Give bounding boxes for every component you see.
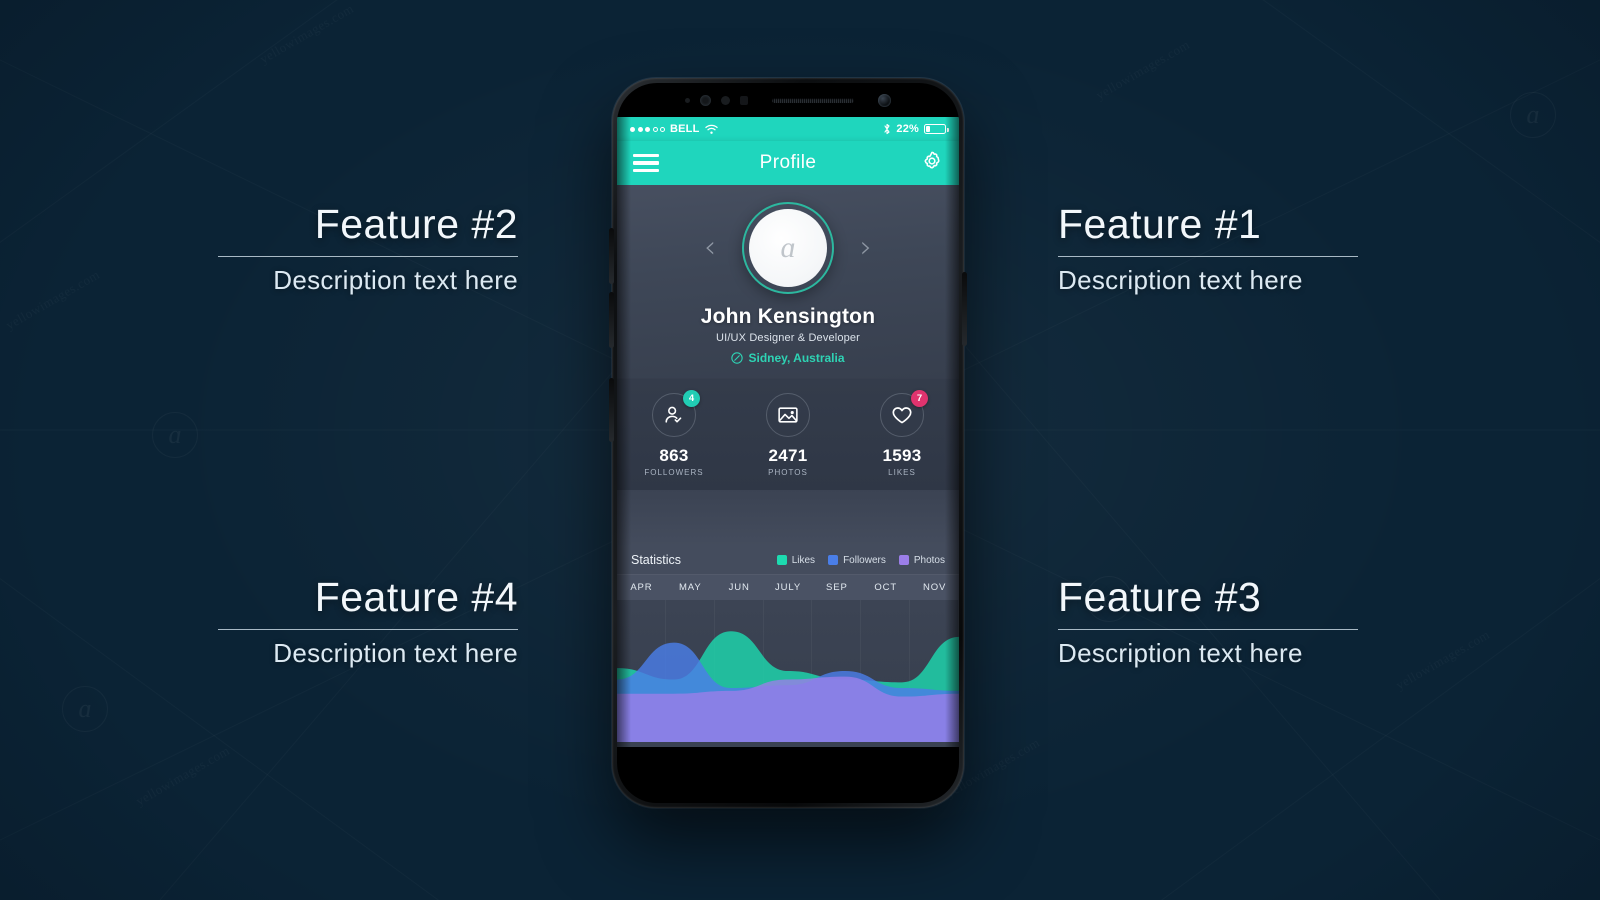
phone-bottom-bezel bbox=[617, 747, 959, 775]
phone-screen: BELL 22% Profile ‹ ɑ › John Kensington U… bbox=[617, 117, 959, 775]
feature-title: Feature #4 bbox=[314, 574, 518, 620]
feature-divider bbox=[1058, 256, 1358, 258]
assistant-button[interactable] bbox=[609, 378, 614, 442]
x-tick-label: NOV bbox=[922, 582, 947, 593]
heart-icon: 7 bbox=[880, 390, 928, 437]
x-tick-label: OCT bbox=[874, 582, 898, 593]
phone-top-bezel bbox=[617, 83, 959, 117]
status-badge: 4 bbox=[683, 390, 700, 407]
follower-check-icon: 4 bbox=[652, 390, 700, 437]
legend-label: Photos bbox=[913, 554, 945, 566]
status-badge: 7 bbox=[911, 390, 928, 407]
statistics-title: Statistics bbox=[631, 553, 682, 567]
feature-title: Feature #3 bbox=[1058, 574, 1262, 620]
feature-divider bbox=[218, 256, 518, 258]
feature-title: Feature #1 bbox=[1058, 201, 1262, 247]
avatar[interactable]: ɑ bbox=[749, 209, 827, 287]
profile-stats-row: 4 863 FOLLOWERS 2471 PHOTOS 7 1593 LIKES bbox=[617, 378, 959, 490]
feature-description: Description text here bbox=[273, 638, 518, 669]
bluetooth-icon bbox=[884, 123, 890, 135]
earpiece-speaker bbox=[772, 97, 854, 103]
profile-role: UI/UX Designer & Developer bbox=[716, 332, 860, 344]
page-title: Profile bbox=[759, 152, 817, 173]
statistics-header: Statistics Likes Followers Photos bbox=[617, 546, 959, 574]
watermark-text: yellowimages.com bbox=[257, 1, 357, 68]
watermark-logo: ɑ bbox=[152, 412, 198, 458]
stat-label: FOLLOWERS bbox=[644, 468, 704, 477]
stat-label: LIKES bbox=[888, 468, 916, 477]
profile-header-section: ‹ ɑ › John Kensington UI/UX Designer & D… bbox=[617, 185, 959, 378]
profile-location: Sidney, Australia bbox=[617, 351, 959, 365]
stat-label: PHOTOS bbox=[768, 468, 808, 477]
x-tick-label: SEP bbox=[826, 582, 848, 593]
gear-icon[interactable] bbox=[921, 150, 943, 177]
stat-followers[interactable]: 4 863 FOLLOWERS bbox=[617, 390, 731, 477]
statistics-area-chart bbox=[617, 600, 959, 742]
photo-image-icon bbox=[766, 393, 810, 437]
feature-callout-3: Feature #3 Description text here bbox=[1058, 574, 1358, 669]
watermark-logo: ɑ bbox=[62, 686, 108, 732]
avatar-ring: ɑ bbox=[742, 202, 834, 294]
proximity-sensor-icon bbox=[685, 97, 690, 103]
chart-series-layer bbox=[617, 631, 959, 742]
battery-percent-label: 22% bbox=[896, 123, 919, 135]
legend-swatch bbox=[828, 555, 839, 565]
front-camera-icon bbox=[878, 93, 891, 107]
x-tick-label: JULY bbox=[774, 582, 802, 593]
profile-name: John Kensington bbox=[700, 305, 876, 328]
feature-description: Description text here bbox=[1058, 638, 1303, 669]
feature-divider bbox=[1058, 629, 1358, 631]
feature-title: Feature #2 bbox=[314, 201, 518, 247]
stat-value: 1593 bbox=[882, 446, 922, 465]
app-navigation-bar: Profile bbox=[617, 141, 959, 185]
stat-value: 863 bbox=[659, 446, 689, 465]
legend-swatch bbox=[898, 555, 909, 565]
watermark-logo: ɑ bbox=[1510, 92, 1556, 138]
volume-down-button[interactable] bbox=[609, 292, 614, 348]
feature-callout-1: Feature #1 Description text here bbox=[1058, 201, 1358, 296]
feature-callout-2: Feature #2 Description text here bbox=[218, 201, 518, 296]
phone-device-mockup: BELL 22% Profile ‹ ɑ › John Kensington U… bbox=[609, 78, 967, 808]
feature-callout-4: Feature #4 Description text here bbox=[218, 574, 518, 669]
x-tick-label: JUN bbox=[728, 582, 750, 593]
legend-swatch bbox=[776, 555, 787, 565]
avatar-placeholder-glyph: ɑ bbox=[780, 231, 796, 264]
hamburger-menu-icon[interactable] bbox=[633, 153, 659, 173]
light-sensor-icon bbox=[700, 94, 711, 106]
profile-location-label: Sidney, Australia bbox=[748, 351, 845, 365]
stat-value: 2471 bbox=[768, 446, 808, 465]
signal-strength-icon bbox=[630, 126, 665, 132]
iris-sensor-icon bbox=[721, 95, 730, 105]
stat-photos[interactable]: 2471 PHOTOS bbox=[731, 393, 845, 477]
legend-label: Likes bbox=[791, 554, 816, 566]
watermark-text: yellowimages.com bbox=[3, 267, 103, 334]
x-tick-label: MAY bbox=[678, 582, 702, 593]
legend-item-likes[interactable]: Likes bbox=[776, 554, 816, 566]
watermark-text: yellowimages.com bbox=[1093, 37, 1193, 104]
power-button[interactable] bbox=[962, 272, 967, 346]
stat-likes[interactable]: 7 1593 LIKES bbox=[845, 390, 959, 477]
volume-up-button[interactable] bbox=[609, 228, 614, 284]
feature-description: Description text here bbox=[273, 265, 518, 296]
chevron-left-icon[interactable]: ‹ bbox=[704, 233, 716, 263]
chevron-right-icon[interactable]: › bbox=[860, 233, 872, 263]
battery-icon bbox=[924, 124, 949, 134]
sensor-icon bbox=[740, 95, 748, 105]
legend-item-followers[interactable]: Followers bbox=[828, 555, 886, 566]
content-spacer bbox=[617, 490, 959, 546]
watermark-text: yellowimages.com bbox=[1393, 627, 1493, 694]
legend-label: Followers bbox=[843, 554, 886, 566]
x-tick-label: APR bbox=[630, 582, 653, 593]
location-pin-icon bbox=[731, 352, 744, 364]
chart-legend: Likes Followers Photos bbox=[776, 554, 945, 566]
carrier-label: BELL bbox=[670, 123, 700, 135]
wifi-icon bbox=[704, 124, 718, 134]
status-bar: BELL 22% bbox=[617, 117, 959, 141]
watermark-text: yellowimages.com bbox=[133, 743, 233, 810]
legend-item-photos[interactable]: Photos bbox=[898, 554, 945, 566]
feature-description: Description text here bbox=[1058, 265, 1303, 296]
chart-x-axis-labels: APR MAY JUN JULY SEP OCT NOV bbox=[617, 574, 959, 600]
feature-divider bbox=[218, 629, 518, 631]
